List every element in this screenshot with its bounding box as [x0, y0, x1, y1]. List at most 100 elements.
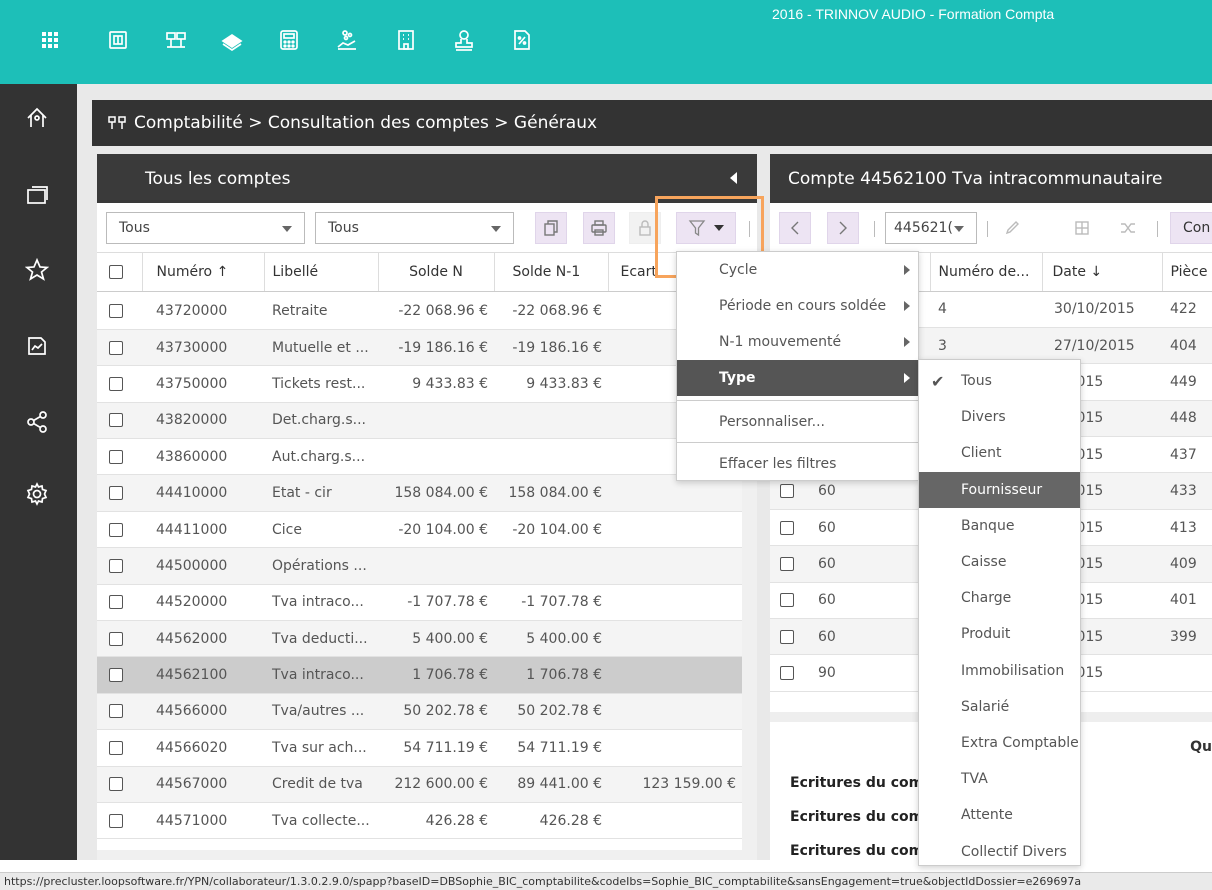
- dossier-icon[interactable]: [105, 27, 131, 53]
- col-solde-n1[interactable]: Solde N-1: [494, 253, 609, 292]
- select-all-checkbox[interactable]: [109, 264, 123, 279]
- col-numero-ecriture[interactable]: Numéro de...: [930, 253, 1043, 292]
- table-row[interactable]: 44410000 Etat - cir 158 084.00 €158 084.00…: [97, 474, 742, 512]
- type-option-salari-[interactable]: Salarié: [919, 689, 1080, 725]
- table-row[interactable]: 43750000 Tickets rest... 9 433.83 €9 433.8…: [97, 365, 742, 403]
- row-checkbox[interactable]: [780, 593, 794, 608]
- col-numero[interactable]: Numéro ↑: [142, 253, 265, 292]
- row-checkbox[interactable]: [109, 340, 123, 355]
- shuffle-button[interactable]: [1112, 212, 1144, 244]
- share-icon[interactable]: [23, 408, 51, 436]
- next-account-button[interactable]: [827, 212, 859, 244]
- type-option-immobilisation[interactable]: Immobilisation: [919, 653, 1080, 689]
- table-row[interactable]: 44411000 Cice -20 104.00 € -20 104.00 €: [97, 511, 742, 549]
- table-row[interactable]: 43820000 Det.charg.s...: [97, 402, 742, 440]
- table-row[interactable]: 43730000 Mutuelle et ... -19 186.16 € -19 1…: [97, 329, 742, 367]
- row-checkbox[interactable]: [109, 522, 123, 537]
- row-checkbox[interactable]: [109, 486, 123, 501]
- row-checkbox[interactable]: [780, 666, 794, 681]
- print-button[interactable]: [583, 212, 615, 244]
- row-checkbox[interactable]: [780, 484, 794, 499]
- row-checkbox[interactable]: [109, 558, 123, 573]
- account-filter-select[interactable]: Tous: [106, 212, 305, 244]
- lock-button[interactable]: [629, 212, 661, 244]
- table-row[interactable]: 44566020 Tva sur ach... 54 711.19 €54 711.…: [97, 729, 742, 767]
- building-icon[interactable]: [393, 27, 419, 53]
- percent-document-icon[interactable]: [509, 27, 535, 53]
- status-url: https://precluster.loopsoftware.fr/YPN/c…: [4, 875, 1082, 888]
- row-checkbox[interactable]: [109, 595, 123, 610]
- table-row[interactable]: 44520000 Tva intraco... -1 707.78 € -1 707.…: [97, 584, 742, 622]
- row-checkbox[interactable]: [109, 449, 123, 464]
- type-option-attente[interactable]: Attente: [919, 797, 1080, 833]
- balance-filter-select[interactable]: Tous: [315, 212, 514, 244]
- col-libelle[interactable]: Libellé: [264, 253, 379, 292]
- table-row[interactable]: 44566000 Tva/autres ... 50 202.78 €50 202.…: [97, 693, 742, 731]
- col-date[interactable]: Date ↓: [1042, 253, 1163, 292]
- table-row[interactable]: 44562100 Tva intraco... 1 706.78 €1 706.78…: [97, 656, 742, 694]
- filter-button[interactable]: [676, 212, 736, 244]
- collapse-left-icon[interactable]: [730, 172, 737, 184]
- menu-item-personnaliser[interactable]: Personnaliser...: [677, 404, 918, 440]
- settings-icon[interactable]: [23, 480, 51, 508]
- type-option-collectif-divers[interactable]: Collectif Divers: [919, 834, 1080, 870]
- table-row[interactable]: 44500000 Opérations ...: [97, 547, 742, 585]
- row-checkbox[interactable]: [109, 413, 123, 428]
- row-checkbox[interactable]: [780, 629, 794, 644]
- chart-document-icon[interactable]: [23, 332, 51, 360]
- payroll-icon[interactable]: [334, 27, 360, 53]
- menu-item-periode-soldee[interactable]: Période en cours soldée: [677, 288, 918, 324]
- row-checkbox[interactable]: [109, 813, 123, 828]
- apps-grid-icon[interactable]: [37, 27, 63, 53]
- type-option-tva[interactable]: TVA: [919, 761, 1080, 797]
- edit-button[interactable]: [996, 212, 1028, 244]
- type-option-banque[interactable]: Banque: [919, 508, 1080, 544]
- type-option-produit[interactable]: Produit: [919, 616, 1080, 652]
- type-option-caisse[interactable]: Caisse: [919, 544, 1080, 580]
- type-option-fournisseur[interactable]: Fournisseur: [919, 471, 1080, 508]
- account-number: 44411000: [142, 511, 264, 549]
- type-option-tous[interactable]: ✔ Tous: [919, 363, 1080, 399]
- row-checkbox[interactable]: [109, 668, 123, 683]
- type-option-extra-comptable[interactable]: Extra Comptable: [919, 725, 1080, 761]
- user-stamp-icon[interactable]: [451, 27, 477, 53]
- table-row[interactable]: 43860000 Aut.charg.s...: [97, 438, 742, 476]
- row-checkbox[interactable]: [780, 520, 794, 535]
- type-option-divers[interactable]: Divers: [919, 399, 1080, 435]
- table-row[interactable]: 44562000 Tva deducti... 5 400.00 €5 400.00…: [97, 620, 742, 658]
- split-button[interactable]: [1066, 212, 1098, 244]
- row-checkbox[interactable]: [780, 556, 794, 571]
- home-icon[interactable]: [23, 104, 51, 132]
- menu-item-cycle[interactable]: Cycle: [677, 252, 918, 288]
- menu-item-effacer-filtres[interactable]: Effacer les filtres: [677, 446, 918, 482]
- row-checkbox[interactable]: [109, 303, 123, 318]
- consult-button[interactable]: Con: [1170, 212, 1212, 244]
- row-checkbox[interactable]: [109, 740, 123, 755]
- account-number-select[interactable]: 445621(: [885, 212, 977, 244]
- accounting-icon[interactable]: [163, 27, 189, 53]
- accounts-horizontal-scrollbar[interactable]: [97, 850, 742, 860]
- row-checkbox[interactable]: [109, 704, 123, 719]
- type-option-charge[interactable]: Charge: [919, 580, 1080, 616]
- screens-icon[interactable]: [23, 182, 51, 210]
- col-piece[interactable]: Pièce: [1162, 253, 1212, 292]
- chevron-down-icon: [491, 226, 501, 232]
- copy-button[interactable]: [535, 212, 567, 244]
- type-option-client[interactable]: Client: [919, 435, 1080, 471]
- banknotes-icon[interactable]: [219, 27, 245, 53]
- table-row[interactable]: 44567000 Credit de tva 212 600.00 €89 441.…: [97, 766, 742, 803]
- table-row[interactable]: 43720000 Retraite -22 068.96 € -22 068.96 €: [97, 303, 742, 330]
- menu-item-type[interactable]: Type: [677, 360, 918, 396]
- row-checkbox[interactable]: [109, 777, 123, 792]
- piece-number: 449: [1162, 363, 1212, 401]
- table-row[interactable]: 44571000 Tva collecte... 426.28 €426.28 €: [97, 802, 742, 840]
- menu-item-n1-mouvemente[interactable]: N-1 mouvementé: [677, 324, 918, 360]
- col-solde-n[interactable]: Solde N: [378, 253, 495, 292]
- row-checkbox[interactable]: [109, 631, 123, 646]
- star-icon[interactable]: [23, 256, 51, 284]
- calculator-icon[interactable]: [276, 27, 302, 53]
- account-label: Tva intraco...: [264, 656, 378, 694]
- type-option-label: Banque: [961, 517, 1015, 534]
- previous-account-button[interactable]: [779, 212, 811, 244]
- row-checkbox[interactable]: [109, 376, 123, 391]
